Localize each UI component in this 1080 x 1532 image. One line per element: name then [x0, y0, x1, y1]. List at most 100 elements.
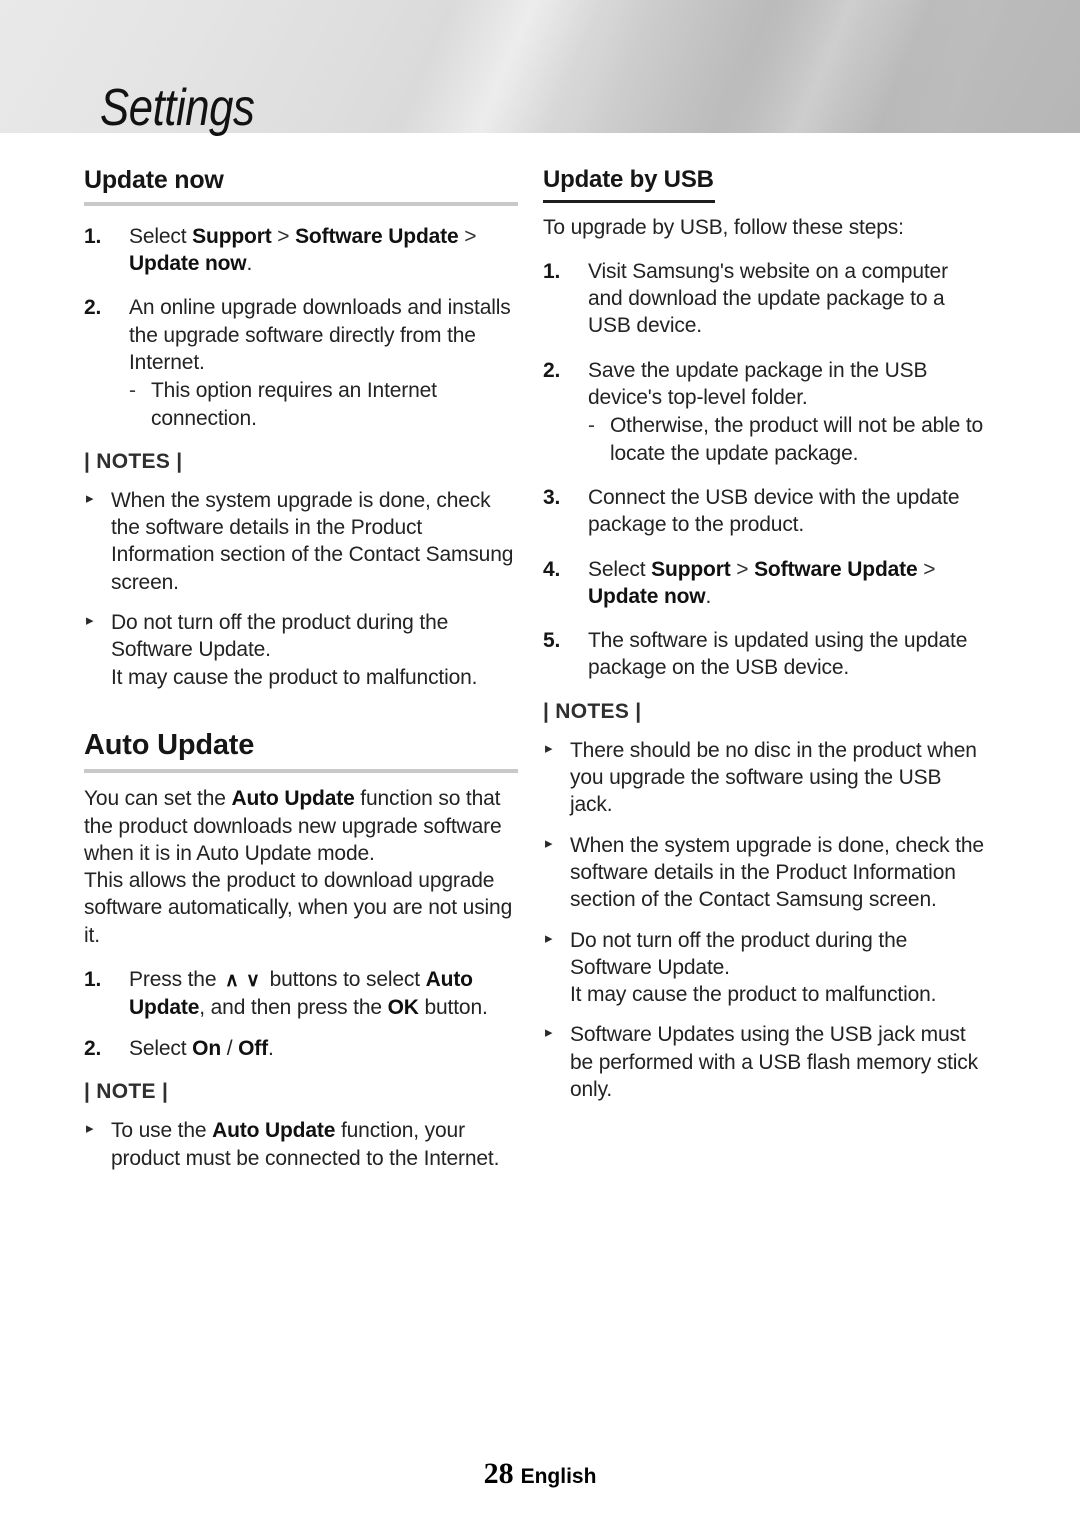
- list-item: ▸ Do not turn off the product during the…: [543, 927, 985, 1009]
- list-item: ▸ To use the Auto Update function, your …: [84, 1117, 518, 1172]
- sub-note: - Otherwise, the product will not be able…: [588, 412, 985, 467]
- note-text: Do not turn off the product during the S…: [570, 928, 908, 979]
- step-number: 1.: [84, 968, 102, 992]
- step-separator: >: [917, 557, 936, 581]
- note-text-line2: It may cause the product to malfunction.: [570, 983, 937, 1007]
- heading-rule: [84, 769, 518, 774]
- step-text-pre: Select: [129, 1037, 193, 1061]
- step-number: 5.: [543, 629, 561, 653]
- note-label: | NOTE |: [84, 1080, 169, 1104]
- page-number: 28: [483, 1457, 514, 1490]
- step-bold-off: Off: [238, 1037, 268, 1061]
- triangle-bullet-icon: ▸: [545, 834, 553, 852]
- sub-note-text: Otherwise, the product will not be able …: [610, 414, 984, 465]
- triangle-bullet-icon: ▸: [86, 1120, 94, 1138]
- paragraph-bold-auto-update: Auto Update: [231, 787, 355, 811]
- step-bold-ok: OK: [387, 995, 419, 1019]
- triangle-bullet-icon: ▸: [86, 612, 94, 630]
- list-item: 1. Select Support > Software Update > Up…: [84, 223, 518, 278]
- notes-label: | NOTES |: [543, 699, 642, 723]
- note-list: ▸ To use the Auto Update function, your …: [84, 1117, 518, 1172]
- notes-label: | NOTES |: [84, 449, 183, 473]
- list-item: 4. Select Support > Software Update > Up…: [543, 556, 985, 611]
- chevron-down-icon: ∨: [245, 970, 261, 992]
- step-bold-support: Support: [651, 557, 731, 581]
- step-text-pre: Press the: [129, 968, 223, 992]
- right-column: Update by USB To upgrade by USB, follow …: [543, 133, 985, 1103]
- step-text-post: .: [267, 1037, 274, 1061]
- step-number: 3.: [543, 485, 561, 509]
- paragraph-text-pre: You can set the: [84, 787, 232, 811]
- step-text: Connect the USB device with the update p…: [588, 485, 960, 537]
- note-text-line2: It may cause the product to malfunction.: [111, 665, 478, 689]
- note-text: When the system upgrade is done, check t…: [111, 488, 514, 594]
- auto-update-paragraph-2: This allows the product to download upgr…: [84, 869, 513, 947]
- page-language-label: English: [520, 1465, 597, 1488]
- step-number: 2.: [84, 296, 102, 320]
- step-number: 1.: [543, 259, 561, 283]
- update-by-usb-steps: 1. Visit Samsung's website on a computer…: [543, 258, 985, 682]
- list-item: 5. The software is updated using the upd…: [543, 627, 985, 682]
- heading-auto-update: Auto Update: [84, 728, 255, 761]
- list-item: ▸ When the system upgrade is done, check…: [84, 487, 518, 596]
- step-number: 1.: [84, 224, 102, 248]
- sub-note-text: This option requires an Internet connect…: [151, 379, 437, 430]
- auto-update-paragraph-1: You can set the Auto Update function so …: [84, 785, 518, 867]
- step-text-post: .: [705, 584, 712, 608]
- list-item: ▸ Software Updates using the USB jack mu…: [543, 1021, 985, 1103]
- page-title: Settings: [100, 79, 255, 137]
- triangle-bullet-icon: ▸: [545, 929, 553, 947]
- step-text: An online upgrade downloads and installs…: [129, 296, 511, 374]
- heading-rule: [84, 201, 518, 206]
- step-bold-software-update: Software Update: [754, 557, 918, 581]
- step-text-post: .: [246, 252, 253, 276]
- heading-rule-dark: [543, 199, 715, 203]
- step-separator: >: [271, 224, 296, 248]
- list-item: ▸ There should be no disc in the product…: [543, 737, 985, 819]
- step-text: Save the update package in the USB devic…: [588, 358, 928, 410]
- list-item: 3. Connect the USB device with the updat…: [543, 484, 985, 539]
- step-text-mid: buttons to select: [263, 968, 426, 992]
- heading-update-now: Update now: [84, 166, 224, 194]
- note-text: When the system upgrade is done, check t…: [570, 833, 984, 912]
- list-item: 2. Select On / Off.: [84, 1035, 518, 1062]
- dash-marker: -: [129, 379, 136, 403]
- triangle-bullet-icon: ▸: [545, 739, 553, 757]
- chevron-up-icon: ∧: [225, 970, 240, 992]
- step-number: 2.: [543, 358, 561, 382]
- step-bold-support: Support: [192, 224, 272, 248]
- triangle-bullet-icon: ▸: [86, 489, 94, 507]
- sub-note: - This option requires an Internet connec…: [129, 377, 518, 432]
- step-text-post: button.: [418, 995, 488, 1019]
- note-bold-auto-update: Auto Update: [212, 1119, 336, 1143]
- page-header-banner: Settings: [0, 0, 1080, 137]
- step-bold-software-update: Software Update: [295, 224, 459, 248]
- step-text-pre: Select: [588, 557, 652, 581]
- step-text-mid2: , and then press the: [199, 995, 388, 1019]
- left-column: Update now 1. Select Support > Software …: [84, 133, 518, 1172]
- update-now-steps: 1. Select Support > Software Update > Up…: [84, 223, 518, 432]
- list-item: 2. Save the update package in the USB de…: [543, 357, 985, 467]
- auto-update-steps: 1. Press the ∧ ∨ buttons to select Auto U…: [84, 966, 518, 1062]
- step-separator: >: [458, 224, 477, 248]
- note-text: Software Updates using the USB jack must…: [570, 1023, 979, 1102]
- step-separator: >: [730, 557, 755, 581]
- triangle-bullet-icon: ▸: [545, 1024, 553, 1042]
- heading-update-by-usb: Update by USB: [543, 166, 714, 193]
- list-item: ▸ Do not turn off the product during the…: [84, 609, 518, 691]
- list-item: 1. Visit Samsung's website on a computer…: [543, 258, 985, 340]
- step-number: 4.: [543, 557, 561, 581]
- note-text: Do not turn off the product during the S…: [111, 611, 449, 662]
- step-text: Visit Samsung's website on a computer an…: [588, 259, 948, 338]
- dash-marker: -: [588, 414, 595, 438]
- note-text-pre: To use the: [111, 1119, 213, 1143]
- step-text: The software is updated using the update…: [588, 629, 968, 680]
- step-bold-update-now: Update now: [129, 252, 247, 276]
- usb-intro-paragraph: To upgrade by USB, follow these steps:: [543, 215, 904, 239]
- step-bold-on: On: [192, 1037, 222, 1061]
- step-text-pre: Select: [129, 224, 193, 248]
- page-footer: 28 English: [0, 1457, 1080, 1491]
- list-item: 2. An online upgrade downloads and insta…: [84, 294, 518, 431]
- notes-list: ▸ When the system upgrade is done, check…: [84, 487, 518, 691]
- step-number: 2.: [84, 1037, 102, 1061]
